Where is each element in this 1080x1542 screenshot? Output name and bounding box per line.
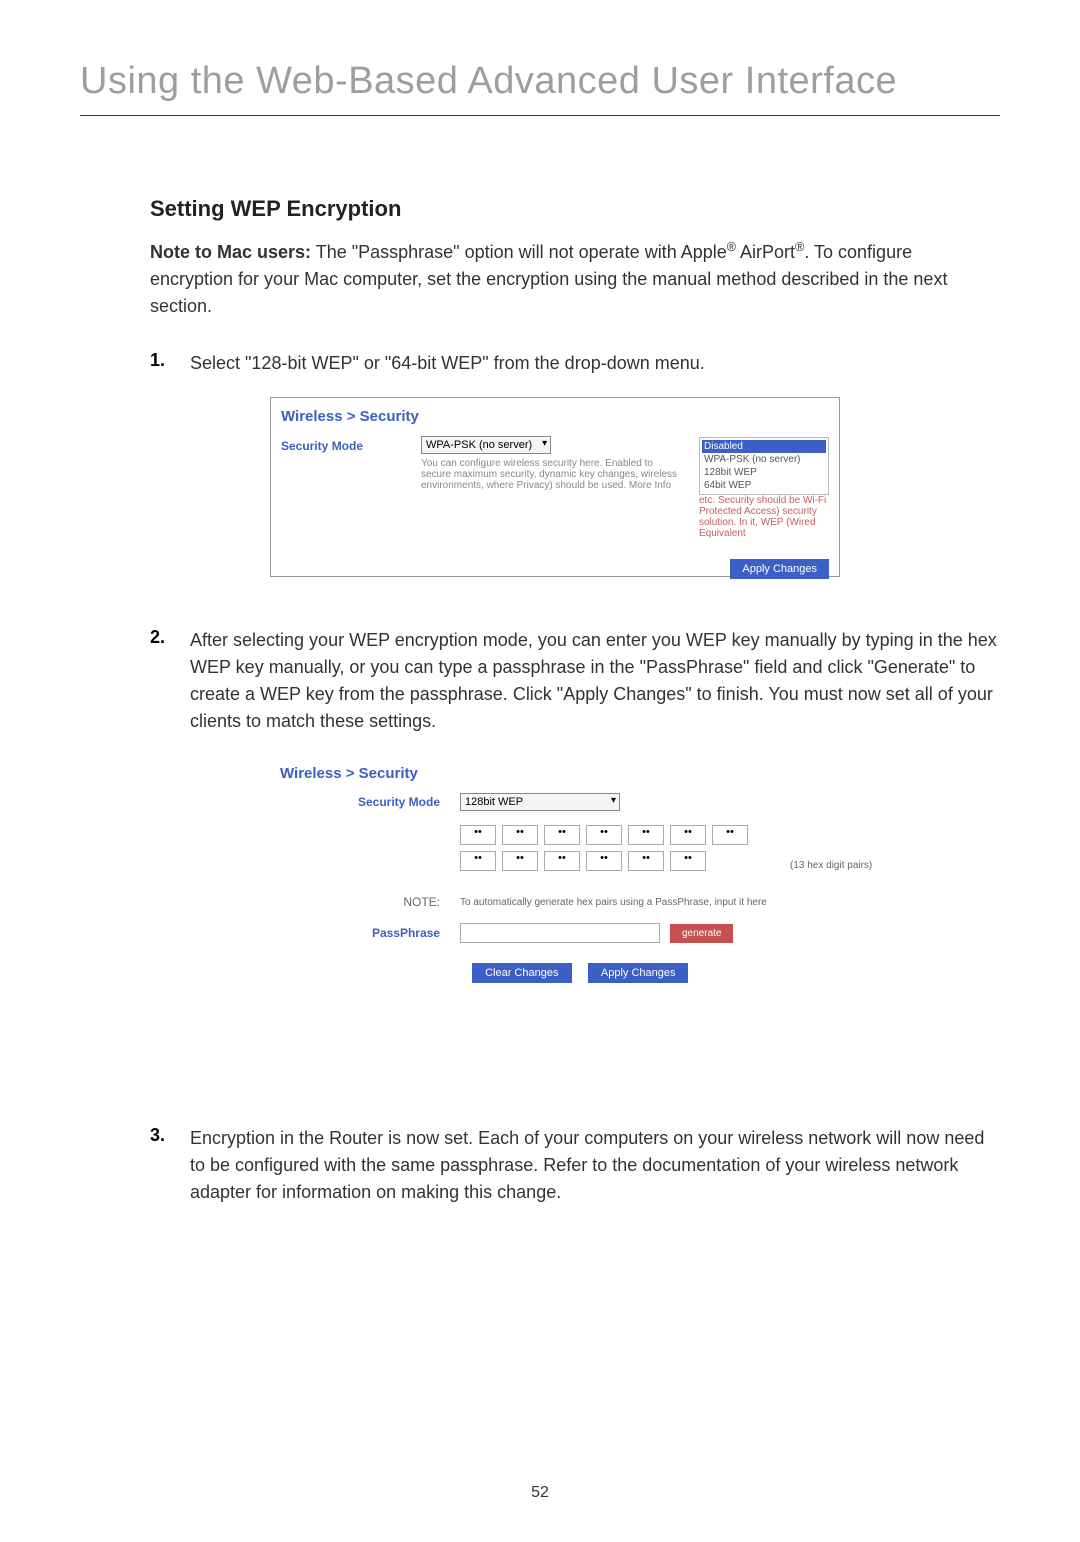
step-2: 2. After selecting your WEP encryption m… <box>150 627 1000 735</box>
screenshot-wep-key: Wireless > Security Security Mode 128bit… <box>270 755 890 1075</box>
hex-note: (13 hex digit pairs) <box>790 860 872 871</box>
hex-input[interactable]: •• <box>712 825 748 845</box>
hex-input[interactable]: •• <box>628 851 664 871</box>
ss2-security-mode-dropdown[interactable]: 128bit WEP <box>460 793 620 811</box>
hex-input[interactable]: •• <box>502 851 538 871</box>
hex-input[interactable]: •• <box>544 825 580 845</box>
step-number: 1. <box>150 350 190 377</box>
ss1-security-mode-dropdown[interactable]: WPA-PSK (no server) <box>421 436 551 454</box>
ss1-option-wpa[interactable]: WPA-PSK (no server) <box>702 453 826 466</box>
chapter-title: Using the Web-Based Advanced User Interf… <box>80 60 1000 116</box>
hex-key-grid: •• •• •• •• •• •• •• •• •• •• •• •• •• <box>460 825 780 871</box>
note-text-1: The "Passphrase" option will not operate… <box>311 242 727 262</box>
clear-changes-button[interactable]: Clear Changes <box>472 963 572 983</box>
ss1-dropdown-options[interactable]: Disabled WPA-PSK (no server) 128bit WEP … <box>699 437 829 495</box>
step-number: 3. <box>150 1125 190 1206</box>
note-label: Note to Mac users: <box>150 242 311 262</box>
reg-symbol-1: ® <box>727 240 736 254</box>
ss2-passphrase-label: PassPhrase <box>280 926 460 940</box>
generate-button[interactable]: generate <box>670 924 733 943</box>
ss1-option-disabled[interactable]: Disabled <box>702 440 826 453</box>
hex-input[interactable]: •• <box>586 851 622 871</box>
hex-input[interactable]: •• <box>460 851 496 871</box>
hex-input[interactable]: •• <box>544 851 580 871</box>
note-text-2: AirPort <box>736 242 795 262</box>
step-text: Select "128-bit WEP" or "64-bit WEP" fro… <box>190 350 1000 377</box>
step-text: Encryption in the Router is now set. Eac… <box>190 1125 1000 1206</box>
hex-input[interactable]: •• <box>460 825 496 845</box>
ss1-breadcrumb: Wireless > Security <box>281 408 829 425</box>
hex-input[interactable]: •• <box>502 825 538 845</box>
hex-input[interactable]: •• <box>628 825 664 845</box>
step-text: After selecting your WEP encryption mode… <box>190 627 1000 735</box>
apply-changes-button[interactable]: Apply Changes <box>588 963 688 983</box>
ss1-security-mode-label: Security Mode <box>281 439 411 453</box>
hex-input[interactable]: •• <box>586 825 622 845</box>
ss2-note-text: To automatically generate hex pairs usin… <box>460 896 880 909</box>
ss1-apply-button[interactable]: Apply Changes <box>730 559 829 579</box>
hex-input[interactable]: •• <box>670 851 706 871</box>
ss2-breadcrumb: Wireless > Security <box>280 765 880 782</box>
ss2-note-label: NOTE: <box>280 895 460 909</box>
reg-symbol-2: ® <box>795 240 804 254</box>
section-heading: Setting WEP Encryption <box>150 196 1000 222</box>
ss1-option-128wep[interactable]: 128bit WEP <box>702 466 826 479</box>
step-3: 3. Encryption in the Router is now set. … <box>150 1125 1000 1206</box>
ss1-description-left: You can configure wireless security here… <box>421 458 689 491</box>
page-number: 52 <box>0 1484 1080 1502</box>
hex-input[interactable]: •• <box>670 825 706 845</box>
step-1: 1. Select "128-bit WEP" or "64-bit WEP" … <box>150 350 1000 377</box>
note-paragraph: Note to Mac users: The "Passphrase" opti… <box>150 238 1000 320</box>
ss2-security-mode-label: Security Mode <box>280 795 460 809</box>
ss1-description-right: etc. Security should be Wi-Fi Protected … <box>699 495 849 539</box>
screenshot-security-dropdown: Wireless > Security Security Mode WPA-PS… <box>270 397 840 577</box>
ss1-option-64wep[interactable]: 64bit WEP <box>702 479 826 492</box>
passphrase-input[interactable] <box>460 923 660 943</box>
step-number: 2. <box>150 627 190 735</box>
